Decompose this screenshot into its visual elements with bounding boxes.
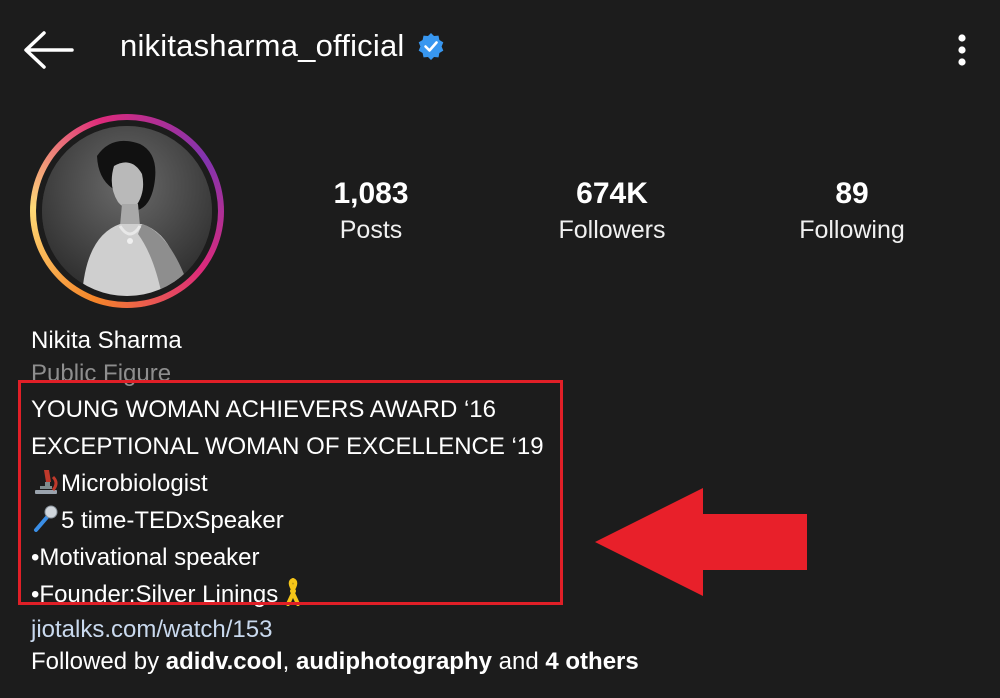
avatar-photo [42,126,212,296]
left-arrow-annotation-icon [595,488,807,596]
followed-by-separator: , [282,648,296,675]
avatar-story-ring[interactable] [30,114,224,308]
posts-count: 1,083 [333,177,409,210]
followers-label: Followers [558,216,666,244]
stat-followers[interactable]: 674K Followers [512,175,712,247]
following-count: 89 [835,177,869,210]
stat-posts[interactable]: 1,083 Posts [271,175,471,247]
profile-screen: nikitasharma_official 1,083 Posts 674K F… [0,0,1000,698]
followed-by-and: and [491,648,546,675]
posts-label: Posts [339,216,403,244]
stat-following[interactable]: 89 Following [752,175,952,247]
back-arrow-icon[interactable] [22,30,74,70]
following-label: Following [799,216,905,244]
avatar[interactable] [42,126,212,296]
followed-by-text[interactable]: Followed by adidv.cool, audiphotography … [31,647,639,681]
bio-highlight-box [18,380,563,605]
more-vertical-icon[interactable] [948,30,976,70]
username-header: nikitasharma_official [120,28,445,64]
followed-by-prefix: Followed by [31,648,166,675]
verified-badge-icon [418,33,443,60]
profile-link[interactable]: jiotalks.com/watch/153 [31,613,639,647]
mutual-followers-others[interactable]: 4 others [545,648,638,675]
mutual-follower-1[interactable]: adidv.cool [166,648,283,675]
followers-count: 674K [576,177,648,210]
full-name: Nikita Sharma [31,327,182,354]
username-text: nikitasharma_official [120,28,405,63]
mutual-follower-2[interactable]: audiphotography [296,648,492,675]
